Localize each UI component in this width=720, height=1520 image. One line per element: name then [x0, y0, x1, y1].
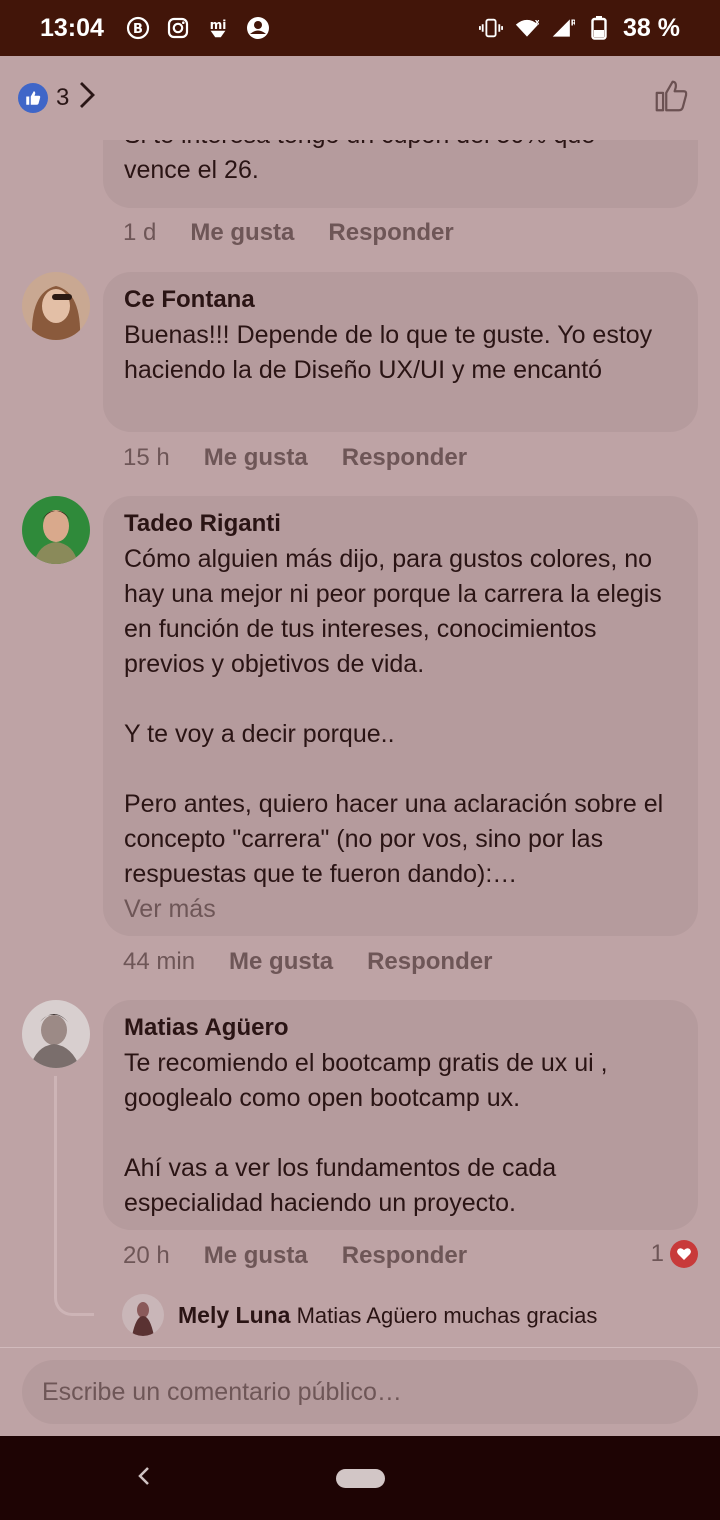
comment-actions: 1 d Me gusta Responder: [123, 219, 454, 247]
user-icon: [246, 16, 270, 40]
comment-actions: 15 h Me gusta Responder: [123, 444, 467, 472]
reply-preview[interactable]: Mely Luna Matias Agüero muchas gracias: [122, 1294, 597, 1336]
reply-author[interactable]: Mely Luna: [178, 1302, 290, 1328]
thread-line: [54, 1076, 94, 1316]
svg-text:R: R: [571, 18, 575, 27]
mi-icon: mi: [206, 16, 230, 40]
svg-text:mi: mi: [210, 18, 227, 32]
instagram-icon: [166, 16, 190, 40]
heart-icon: [670, 1240, 698, 1268]
comment-time: 1 d: [123, 219, 157, 246]
reactions-summary[interactable]: 3: [18, 80, 97, 117]
battery-percent: 38 %: [623, 13, 680, 42]
comment-bubble[interactable]: Tadeo Riganti Cómo alguien más dijo, par…: [103, 496, 698, 936]
comment-actions: 20 h Me gusta Responder: [123, 1242, 467, 1270]
signal-icon: R: [551, 16, 575, 40]
comments-header: 3: [0, 56, 720, 140]
navigation-bar: [0, 1436, 720, 1520]
like-action[interactable]: Me gusta: [204, 444, 308, 472]
like-action[interactable]: Me gusta: [229, 948, 333, 976]
comment-text: Te recomiendo el bootcamp gratis de ux u…: [124, 1049, 608, 1217]
reply-action[interactable]: Responder: [342, 1242, 467, 1270]
avatar[interactable]: [22, 272, 90, 340]
reply-text: Matias Agüero muchas gracias: [296, 1302, 598, 1328]
home-pill[interactable]: [336, 1469, 385, 1488]
like-action[interactable]: Me gusta: [204, 1242, 308, 1270]
comment-author[interactable]: Ce Fontana: [124, 286, 678, 314]
vibrate-icon: [479, 16, 504, 40]
reaction-count: 3: [56, 84, 70, 111]
reaction-count: 1: [650, 1240, 664, 1267]
comment-time: 20 h: [123, 1242, 170, 1269]
avatar[interactable]: [122, 1294, 164, 1336]
b-icon: B: [126, 16, 150, 40]
comment-composer: Escribe un comentario público…: [0, 1347, 720, 1436]
comment-author[interactable]: Matias Agüero: [124, 1014, 678, 1042]
comment-time: 44 min: [123, 948, 196, 975]
reply-action[interactable]: Responder: [328, 219, 453, 247]
status-time: 13:04: [40, 13, 104, 42]
comment-author[interactable]: Tadeo Riganti: [124, 510, 678, 538]
thumbs-up-icon[interactable]: [652, 77, 690, 120]
chevron-right-icon: [77, 80, 97, 117]
comment-bubble[interactable]: Si te interesa tengo un cupon del 50% qu…: [103, 140, 698, 208]
comments-list: Si te interesa tengo un cupon del 50% qu…: [0, 140, 720, 1346]
comment-text: Si te interesa tengo un cupon del 50% qu…: [124, 140, 595, 184]
like-action[interactable]: Me gusta: [190, 219, 294, 247]
avatar[interactable]: [22, 496, 90, 564]
see-more-link[interactable]: Ver más: [124, 892, 678, 926]
comment-text: Cómo alguien más dijo, para gustos color…: [124, 545, 664, 888]
reactions-badge[interactable]: 1: [651, 1240, 698, 1268]
comment-input[interactable]: Escribe un comentario público…: [22, 1360, 698, 1424]
like-reaction-icon: [18, 83, 48, 113]
svg-text:B: B: [133, 22, 143, 37]
reply-action[interactable]: Responder: [367, 948, 492, 976]
comment-bubble[interactable]: Matias Agüero Te recomiendo el bootcamp …: [103, 1000, 698, 1230]
back-icon[interactable]: [136, 1462, 152, 1497]
svg-text:x: x: [535, 18, 539, 27]
comment-bubble[interactable]: Ce Fontana Buenas!!! Depende de lo que t…: [103, 272, 698, 432]
comment-actions: 44 min Me gusta Responder: [123, 948, 492, 976]
comment-text: Buenas!!! Depende de lo que te guste. Yo…: [124, 321, 653, 384]
avatar[interactable]: [22, 1000, 90, 1068]
wifi-icon: x: [515, 16, 539, 40]
status-bar: 13:04 B mi x R 38 %: [0, 0, 720, 56]
comment-time: 15 h: [123, 444, 170, 471]
reply-action[interactable]: Responder: [342, 444, 467, 472]
battery-icon: [587, 16, 611, 40]
